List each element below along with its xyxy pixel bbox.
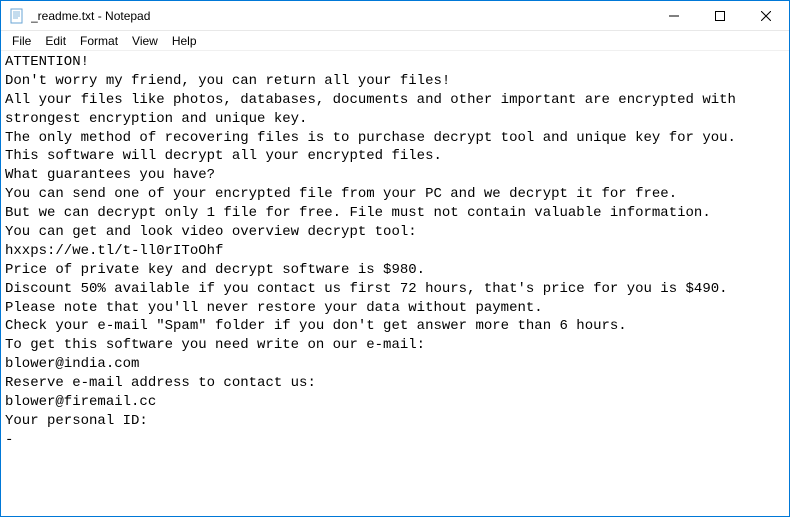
close-icon	[761, 11, 771, 21]
text-editor-area[interactable]: ATTENTION! Don't worry my friend, you ca…	[1, 51, 789, 516]
minimize-button[interactable]	[651, 1, 697, 31]
maximize-icon	[715, 11, 725, 21]
menu-edit[interactable]: Edit	[38, 32, 73, 50]
notepad-window: _readme.txt - Notepad File Edit	[0, 0, 790, 517]
titlebar: _readme.txt - Notepad	[1, 1, 789, 31]
menu-format[interactable]: Format	[73, 32, 125, 50]
minimize-icon	[669, 11, 679, 21]
menu-file[interactable]: File	[5, 32, 38, 50]
window-title: _readme.txt - Notepad	[31, 9, 651, 23]
maximize-button[interactable]	[697, 1, 743, 31]
notepad-icon	[9, 8, 25, 24]
close-button[interactable]	[743, 1, 789, 31]
menubar: File Edit Format View Help	[1, 31, 789, 51]
menu-view[interactable]: View	[125, 32, 165, 50]
window-controls	[651, 1, 789, 30]
menu-help[interactable]: Help	[165, 32, 204, 50]
